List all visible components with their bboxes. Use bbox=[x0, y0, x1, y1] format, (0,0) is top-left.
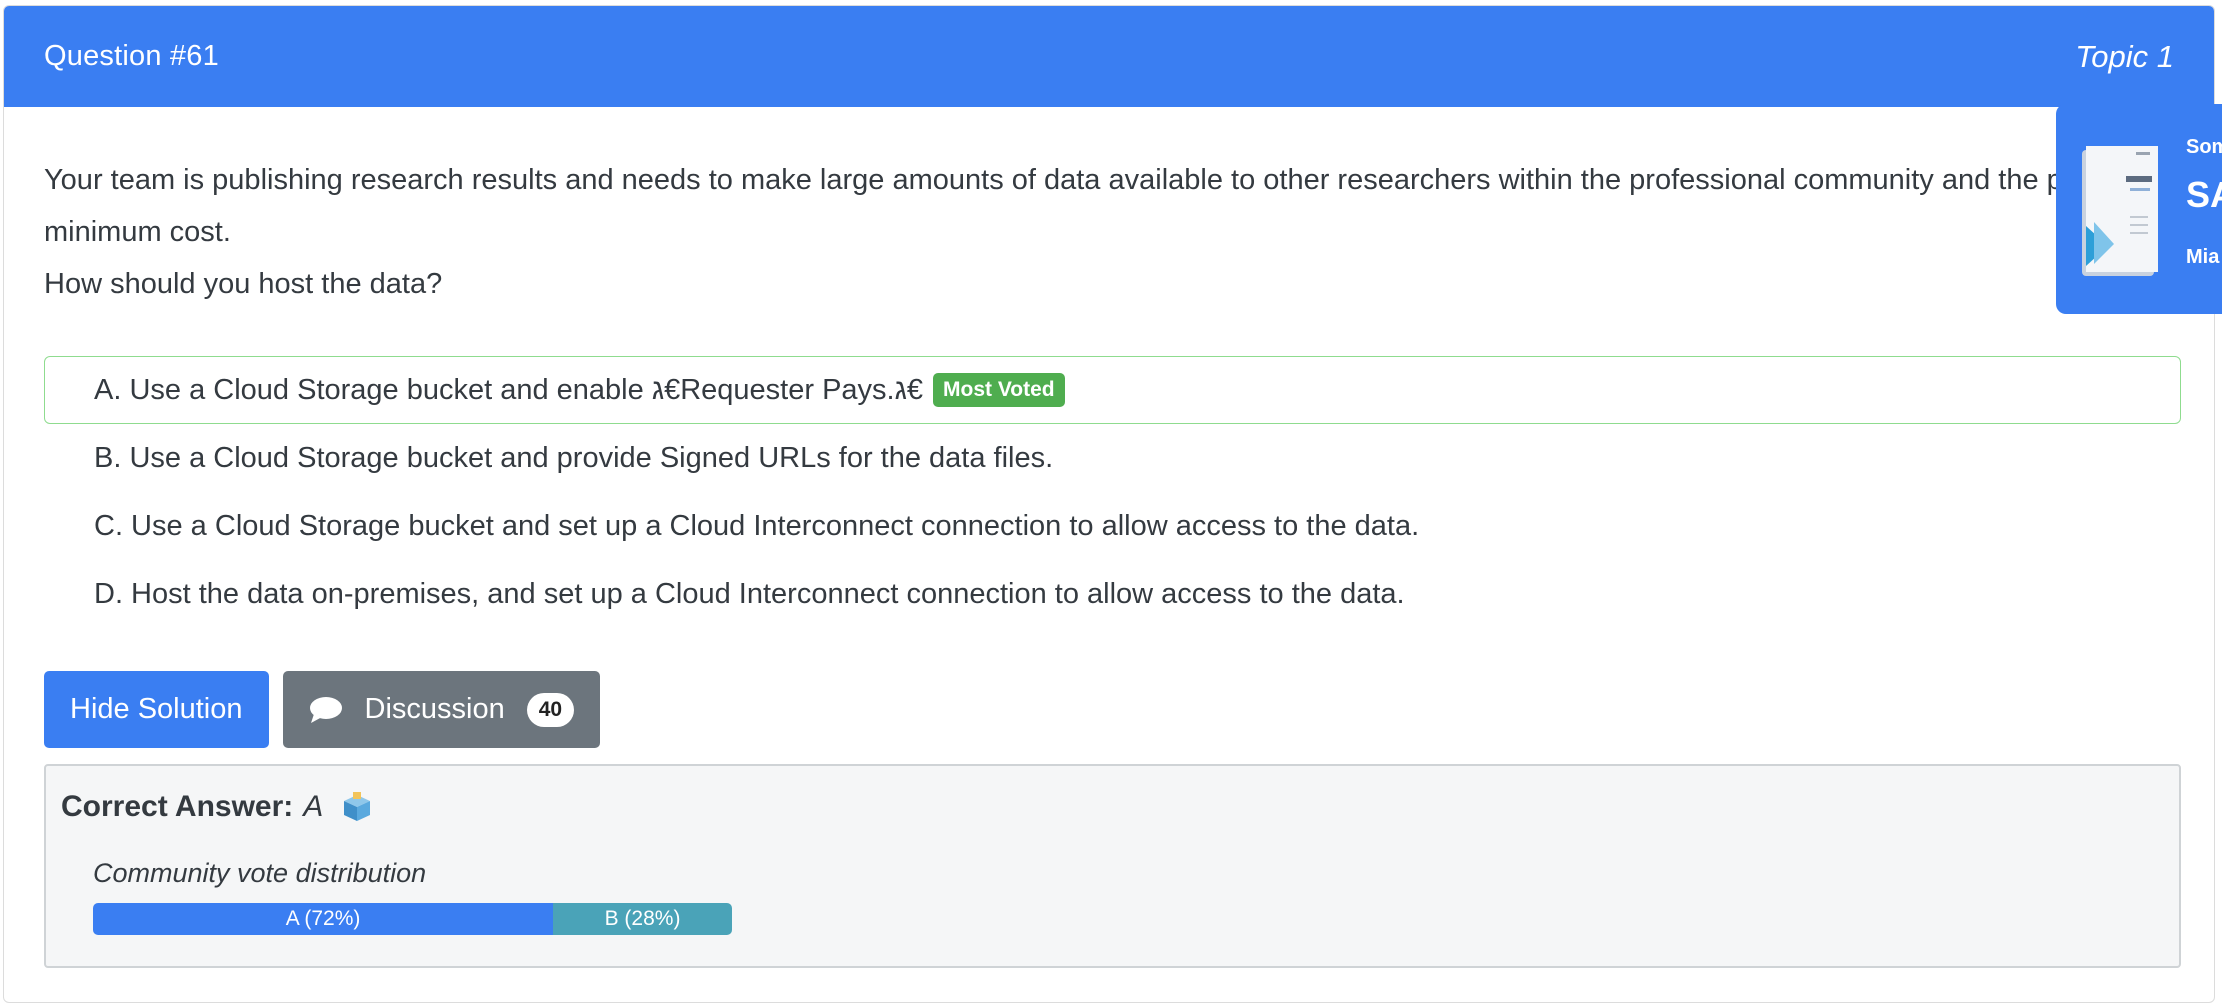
chat-bubble-icon bbox=[309, 696, 343, 724]
vote-distribution-title: Community vote distribution bbox=[93, 858, 427, 888]
vote-segment-b: B (28%) bbox=[553, 903, 732, 935]
question-prompt: How should you host the data? bbox=[44, 268, 443, 300]
choice-a[interactable]: A. Use a Cloud Storage bucket and enable… bbox=[44, 356, 2181, 424]
ballot-box-icon[interactable] bbox=[341, 791, 373, 823]
promo-title: SA bbox=[2186, 174, 2222, 215]
question-line: minimum cost. bbox=[44, 216, 231, 248]
discussion-label: Discussion bbox=[364, 693, 505, 725]
question-text: Your team is publishing research results… bbox=[44, 154, 2194, 310]
choice-text: D. Host the data on-premises, and set up… bbox=[94, 577, 1405, 610]
vote-segment-label: A (72%) bbox=[285, 907, 361, 930]
choice-d[interactable]: D. Host the data on-premises, and set up… bbox=[44, 560, 2181, 628]
promo-text: Mia bbox=[2186, 246, 2220, 268]
most-voted-badge: Most Voted bbox=[933, 373, 1065, 407]
hide-solution-label: Hide Solution bbox=[70, 693, 243, 725]
promo-text: Som bbox=[2186, 136, 2222, 158]
discussion-count-badge: 40 bbox=[526, 692, 575, 727]
action-buttons: Hide Solution Discussion 40 bbox=[44, 671, 601, 748]
vote-distribution-bar: A (72%) B (28%) bbox=[93, 903, 732, 935]
choice-text: C. Use a Cloud Storage bucket and set up… bbox=[94, 509, 1420, 542]
product-box-image bbox=[2086, 146, 2158, 272]
choices-list: A. Use a Cloud Storage bucket and enable… bbox=[44, 356, 2181, 628]
vote-segment-label: B (28%) bbox=[604, 907, 681, 930]
answer-box: Correct Answer: A Community vote distrib… bbox=[44, 764, 2181, 968]
choice-c[interactable]: C. Use a Cloud Storage bucket and set up… bbox=[44, 492, 2181, 560]
question-line: Your team is publishing research results… bbox=[44, 164, 2096, 196]
question-number: Question #61 bbox=[44, 40, 219, 72]
correct-answer: Correct Answer: A bbox=[61, 790, 373, 824]
question-card: Question #61 Topic 1 Your team is publis… bbox=[3, 5, 2215, 1003]
choice-text: A. Use a Cloud Storage bucket and enable… bbox=[94, 373, 923, 406]
correct-answer-value: A bbox=[303, 790, 324, 823]
correct-answer-label: Correct Answer: bbox=[61, 790, 294, 823]
hide-solution-button[interactable]: Hide Solution bbox=[44, 671, 269, 748]
topic-label: Topic 1 bbox=[2075, 38, 2174, 74]
question-header: Question #61 Topic 1 bbox=[4, 6, 2214, 107]
choice-b[interactable]: B. Use a Cloud Storage bucket and provid… bbox=[44, 424, 2181, 492]
discussion-button[interactable]: Discussion 40 bbox=[282, 671, 601, 748]
promo-banner[interactable]: Som SA Mia bbox=[2056, 104, 2222, 314]
vote-segment-a: A (72%) bbox=[93, 903, 554, 935]
choice-text: B. Use a Cloud Storage bucket and provid… bbox=[94, 441, 1054, 474]
